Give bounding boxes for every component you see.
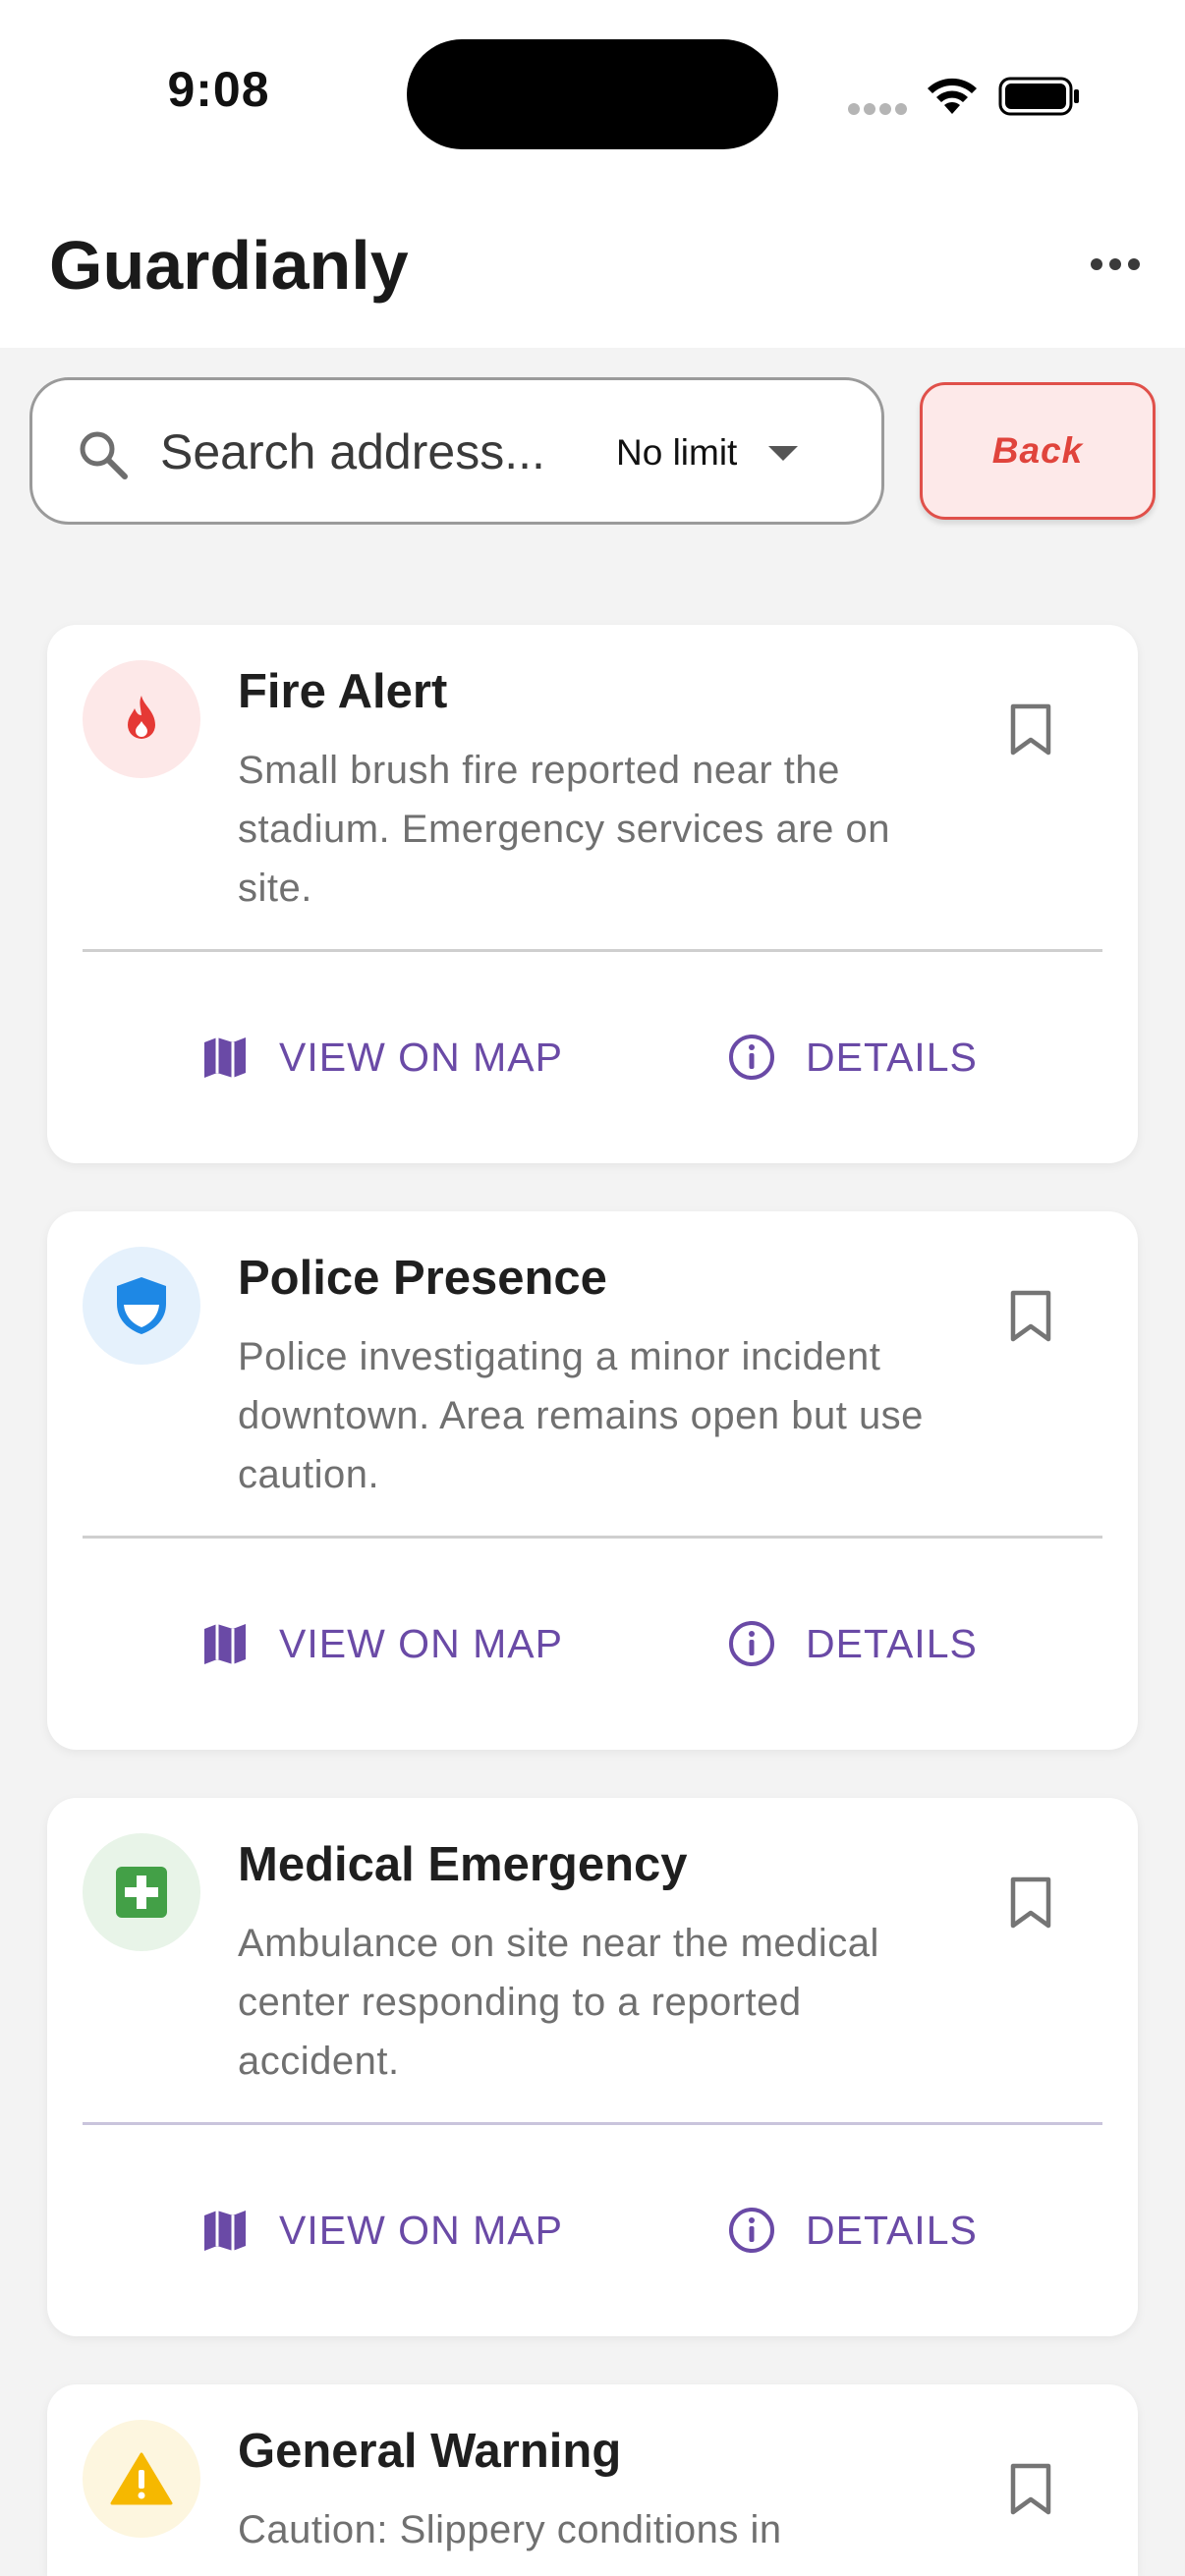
app-header: Guardianly (0, 196, 1185, 348)
view-on-map-label: VIEW ON MAP (279, 1034, 563, 1080)
view-on-map-label: VIEW ON MAP (279, 2207, 563, 2253)
bookmark-icon (1010, 2463, 1051, 2515)
map-icon (204, 1037, 246, 1078)
alert-icon-badge (83, 660, 200, 778)
alert-title: General Warning (238, 2425, 622, 2478)
search-input[interactable] (160, 418, 612, 486)
alert-description: Caution: Slippery conditions in (238, 2508, 782, 2551)
alert-icon-badge (83, 1247, 200, 1365)
view-on-map-label: VIEW ON MAP (279, 1620, 563, 1666)
search-bar: No limit (29, 377, 884, 525)
limit-selected-value: No limit (616, 432, 738, 473)
details-button[interactable]: DETAILS (727, 1604, 978, 1683)
fire-icon (128, 696, 155, 739)
view-on-map-button[interactable]: VIEW ON MAP (200, 2191, 563, 2269)
bookmark-button[interactable] (996, 1869, 1065, 1937)
medical-cross-icon (116, 1867, 167, 1918)
alert-description: Small brush fire reported near the stadi… (238, 749, 890, 910)
details-label: DETAILS (806, 1620, 978, 1666)
bookmark-icon (1010, 1290, 1051, 1342)
search-icon (80, 431, 128, 479)
alert-title: Police Presence (238, 1252, 607, 1305)
alert-icon-badge (83, 2420, 200, 2538)
alert-card-fire: Fire Alert Small brush fire reported nea… (47, 625, 1138, 1163)
bookmark-button[interactable] (996, 1282, 1065, 1351)
status-bar: 9:08 (0, 0, 1185, 196)
alert-card-police: Police Presence Police investigating a m… (47, 1211, 1138, 1750)
bookmark-button[interactable] (996, 2455, 1065, 2524)
cellular-signal-icon (848, 103, 907, 115)
card-divider (83, 1536, 1102, 1539)
info-icon (729, 1035, 774, 1080)
details-button[interactable]: DETAILS (727, 2191, 978, 2269)
view-on-map-button[interactable]: VIEW ON MAP (200, 1604, 563, 1683)
limit-dropdown[interactable]: No limit (616, 414, 862, 492)
wifi-icon (928, 78, 977, 114)
shield-icon (117, 1277, 166, 1334)
alert-card-medical: Medical Emergency Ambulance on site near… (47, 1798, 1138, 2336)
status-time: 9:08 (167, 62, 270, 117)
alert-card-warning: General Warning Caution: Slippery condit… (47, 2384, 1138, 2576)
details-button[interactable]: DETAILS (727, 1018, 978, 1096)
info-icon (729, 1621, 774, 1666)
warning-icon (110, 2452, 173, 2505)
alert-title: Fire Alert (238, 665, 448, 718)
map-icon (204, 1624, 246, 1664)
card-divider (83, 2122, 1102, 2125)
alert-title: Medical Emergency (238, 1838, 688, 1891)
bookmark-button[interactable] (996, 696, 1065, 764)
map-icon (204, 2211, 246, 2251)
back-button[interactable]: Back (920, 382, 1156, 520)
app-title: Guardianly (49, 227, 409, 304)
bookmark-icon (1010, 1876, 1051, 1929)
alert-description: Police investigating a minor incident do… (238, 1335, 924, 1496)
alert-icon-badge (83, 1833, 200, 1951)
details-label: DETAILS (806, 1034, 978, 1080)
details-label: DETAILS (806, 2207, 978, 2253)
bookmark-icon (1010, 703, 1051, 756)
battery-icon (998, 77, 1079, 116)
dynamic-island (407, 39, 778, 149)
more-horizontal-icon (1091, 258, 1140, 270)
dropdown-arrow-icon (768, 446, 799, 461)
alert-description: Ambulance on site near the medical cente… (238, 1922, 879, 2083)
info-icon (729, 2208, 774, 2253)
view-on-map-button[interactable]: VIEW ON MAP (200, 1018, 563, 1096)
card-divider (83, 949, 1102, 952)
more-options-button[interactable] (1079, 240, 1152, 289)
